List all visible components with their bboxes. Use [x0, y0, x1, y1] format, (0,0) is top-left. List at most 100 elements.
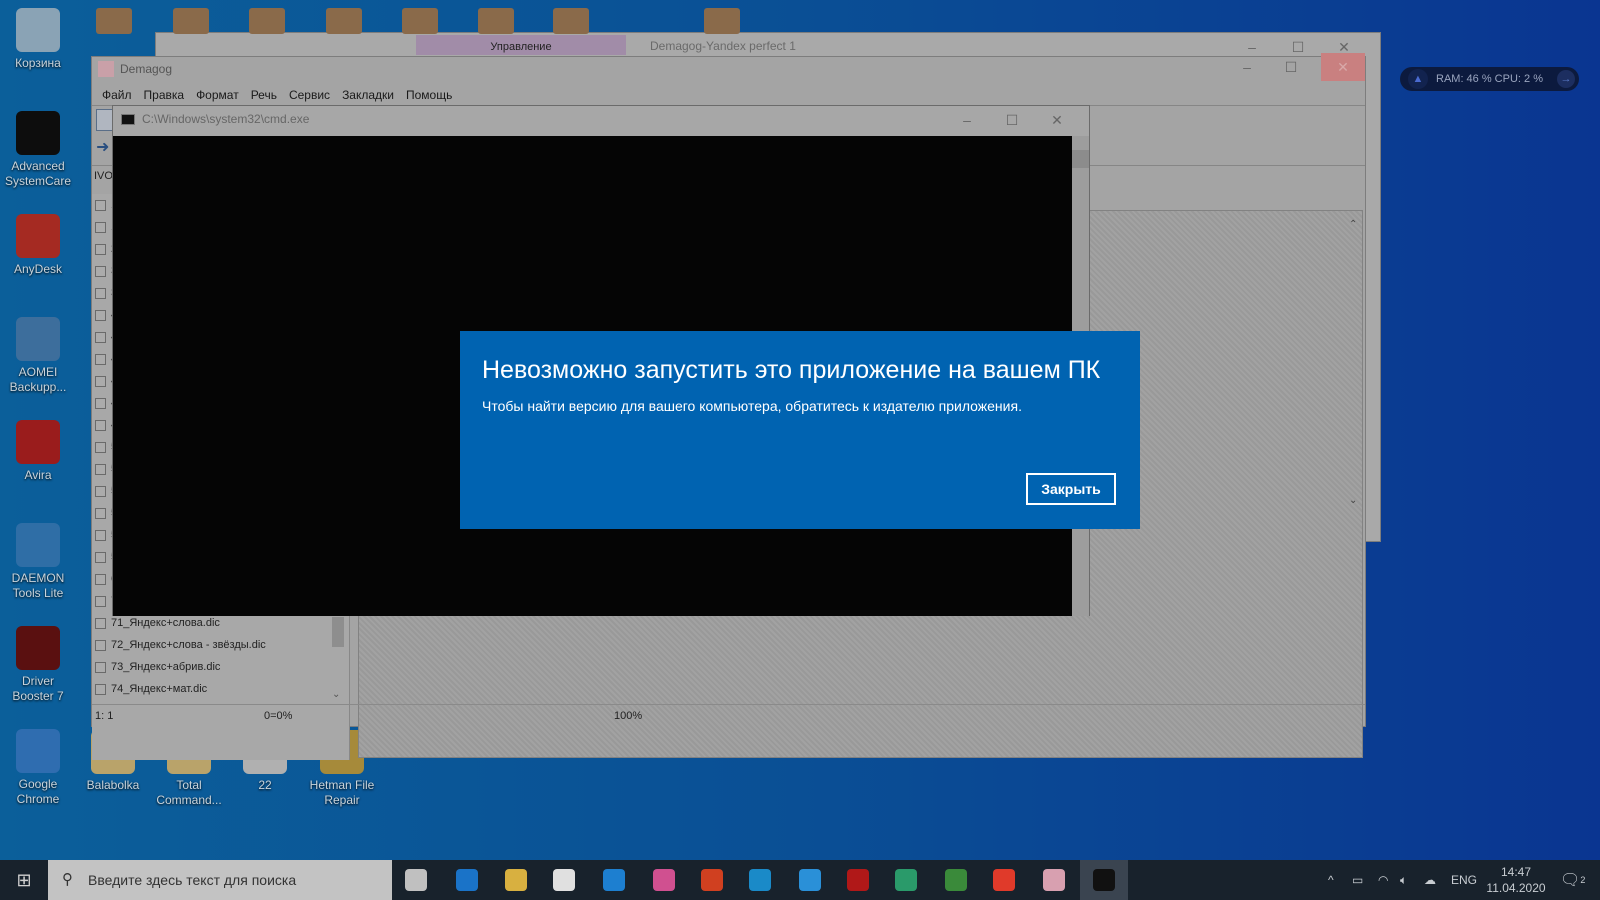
taskbar-app-mail[interactable]: [590, 860, 638, 900]
checkbox[interactable]: [95, 397, 106, 409]
desktop-icon-partial[interactable]: [325, 8, 362, 34]
desktop-icon-partial[interactable]: [402, 8, 439, 34]
app-icon: [16, 523, 60, 567]
system-monitor-widget[interactable]: ▲ RAM: 46 % CPU: 2 % →: [1400, 67, 1579, 91]
desktop-icon[interactable]: Driver Booster 7: [1, 626, 75, 704]
checkbox[interactable]: [95, 221, 106, 233]
taskbar-app-file-explorer[interactable]: [492, 860, 540, 900]
close-button[interactable]: ✕: [1321, 53, 1365, 81]
checkbox[interactable]: [95, 419, 106, 431]
taskbar-app-store[interactable]: [540, 860, 588, 900]
clock[interactable]: 14:47 11.04.2020: [1486, 860, 1546, 900]
checkbox[interactable]: [95, 573, 106, 585]
checkbox[interactable]: [95, 485, 106, 497]
minimize-button[interactable]: –: [945, 106, 989, 134]
desktop-icon[interactable]: Advanced SystemCare: [1, 111, 75, 189]
desktop-icon-partial[interactable]: [249, 8, 286, 34]
show-hidden-icons[interactable]: ^: [1328, 860, 1334, 900]
close-button[interactable]: ✕: [1035, 106, 1079, 134]
taskbar-app-iobit-uninstaller[interactable]: [882, 860, 930, 900]
text-scrollbar[interactable]: ⌃ ⌄: [1349, 217, 1363, 507]
close-dialog-button[interactable]: Закрыть: [1026, 473, 1116, 505]
menu-item[interactable]: Речь: [245, 85, 283, 105]
checkbox[interactable]: [95, 309, 106, 321]
maximize-button[interactable]: ☐: [1269, 53, 1313, 81]
checkbox[interactable]: [95, 331, 106, 343]
arrow-right-icon[interactable]: ➜: [96, 137, 109, 157]
taskbar-app-edge[interactable]: [443, 860, 491, 900]
anydesk-icon: [993, 869, 1015, 891]
mail-icon: [603, 869, 625, 891]
menu-item[interactable]: Правка: [138, 85, 191, 105]
scroll-down-icon[interactable]: ⌄: [332, 689, 340, 700]
ribbon-tab-manage[interactable]: Управление: [416, 35, 626, 55]
desktop-icon-partial[interactable]: [477, 8, 514, 34]
menu-item[interactable]: Закладки: [336, 85, 400, 105]
desktop-icon[interactable]: AnyDesk: [1, 214, 75, 277]
taskbar-app-cmd[interactable]: [1080, 860, 1128, 900]
app-icon: [16, 729, 60, 773]
maximize-button[interactable]: ☐: [990, 106, 1034, 134]
checkbox[interactable]: [95, 661, 106, 673]
checkbox[interactable]: [95, 375, 106, 387]
status-count: 0=0%: [264, 710, 293, 722]
checkbox[interactable]: [95, 529, 106, 541]
taskbar-app-driver-booster[interactable]: [834, 860, 882, 900]
desktop-icon-partial[interactable]: [553, 8, 590, 34]
desktop-icon[interactable]: Avira: [1, 420, 75, 483]
volume-icon[interactable]: 🔈︎: [1400, 860, 1407, 900]
dialog-message: Чтобы найти версию для вашего компьютера…: [482, 398, 1022, 414]
taskbar-app-office[interactable]: [688, 860, 736, 900]
minimize-button[interactable]: –: [1225, 53, 1269, 81]
checkbox[interactable]: [95, 595, 106, 607]
list-item[interactable]: 72_Яндекс+слова - звёзды.dic: [92, 634, 349, 656]
itunes-icon: [653, 869, 675, 891]
desktop-icon-partial[interactable]: [172, 8, 209, 34]
desktop-icon[interactable]: AOMEI Backupp...: [1, 317, 75, 395]
start-button[interactable]: ⊞: [0, 860, 48, 900]
desktop-icon[interactable]: Корзина: [1, 8, 75, 71]
search-box[interactable]: ⚲ Введите здесь текст для поиска: [48, 860, 392, 900]
taskbar-app-itunes[interactable]: [640, 860, 688, 900]
checkbox[interactable]: [95, 463, 106, 475]
checkbox[interactable]: [95, 199, 106, 211]
cmd-icon: [121, 114, 135, 125]
desktop-icon-partial[interactable]: [96, 8, 133, 34]
checkbox[interactable]: [95, 551, 106, 563]
list-scrollbar-thumb[interactable]: [332, 617, 344, 647]
checkbox[interactable]: [95, 441, 106, 453]
checkbox[interactable]: [95, 353, 106, 365]
menu-item[interactable]: Файл: [96, 85, 138, 105]
taskbar-app-advanced-systemcare[interactable]: [736, 860, 784, 900]
list-item[interactable]: 74_Яндекс+мат.dic: [92, 678, 349, 700]
checkbox[interactable]: [95, 639, 106, 651]
taskbar-app-chrome[interactable]: [932, 860, 980, 900]
power-icon[interactable]: ▭: [1352, 860, 1363, 900]
checkbox[interactable]: [95, 265, 106, 277]
desktop-icon-partial[interactable]: [704, 8, 741, 34]
checkbox[interactable]: [95, 507, 106, 519]
taskbar-app-demagog[interactable]: [1030, 860, 1078, 900]
menu-item[interactable]: Помощь: [400, 85, 458, 105]
taskbar-app-anydesk[interactable]: [980, 860, 1028, 900]
checkbox[interactable]: [95, 617, 106, 629]
taskbar-app-task-view[interactable]: [392, 860, 440, 900]
checkbox[interactable]: [95, 243, 106, 255]
menu-item[interactable]: Сервис: [283, 85, 336, 105]
checkbox[interactable]: [95, 683, 106, 695]
taskbar-app-internet-explorer[interactable]: [786, 860, 834, 900]
desktop-icon[interactable]: Google Chrome: [1, 729, 75, 807]
cloud-icon[interactable]: ☁: [1424, 860, 1436, 900]
arrow-right-icon[interactable]: →: [1557, 70, 1575, 88]
desktop-icon[interactable]: DAEMON Tools Lite: [1, 523, 75, 601]
desktop-icon-label: Balabolka: [86, 778, 140, 792]
checkbox[interactable]: [95, 287, 106, 299]
list-item[interactable]: 73_Яндекс+абрив.dic: [92, 656, 349, 678]
menu-item[interactable]: Формат: [190, 85, 245, 105]
wifi-icon[interactable]: ◠: [1378, 860, 1388, 900]
notifications-icon[interactable]: 🗨︎ 2: [1560, 860, 1585, 900]
app-icon: [16, 214, 60, 258]
language-indicator[interactable]: ENG: [1451, 860, 1477, 900]
cmd-icon: [1093, 869, 1115, 891]
rocket-icon: ▲: [1408, 69, 1428, 89]
